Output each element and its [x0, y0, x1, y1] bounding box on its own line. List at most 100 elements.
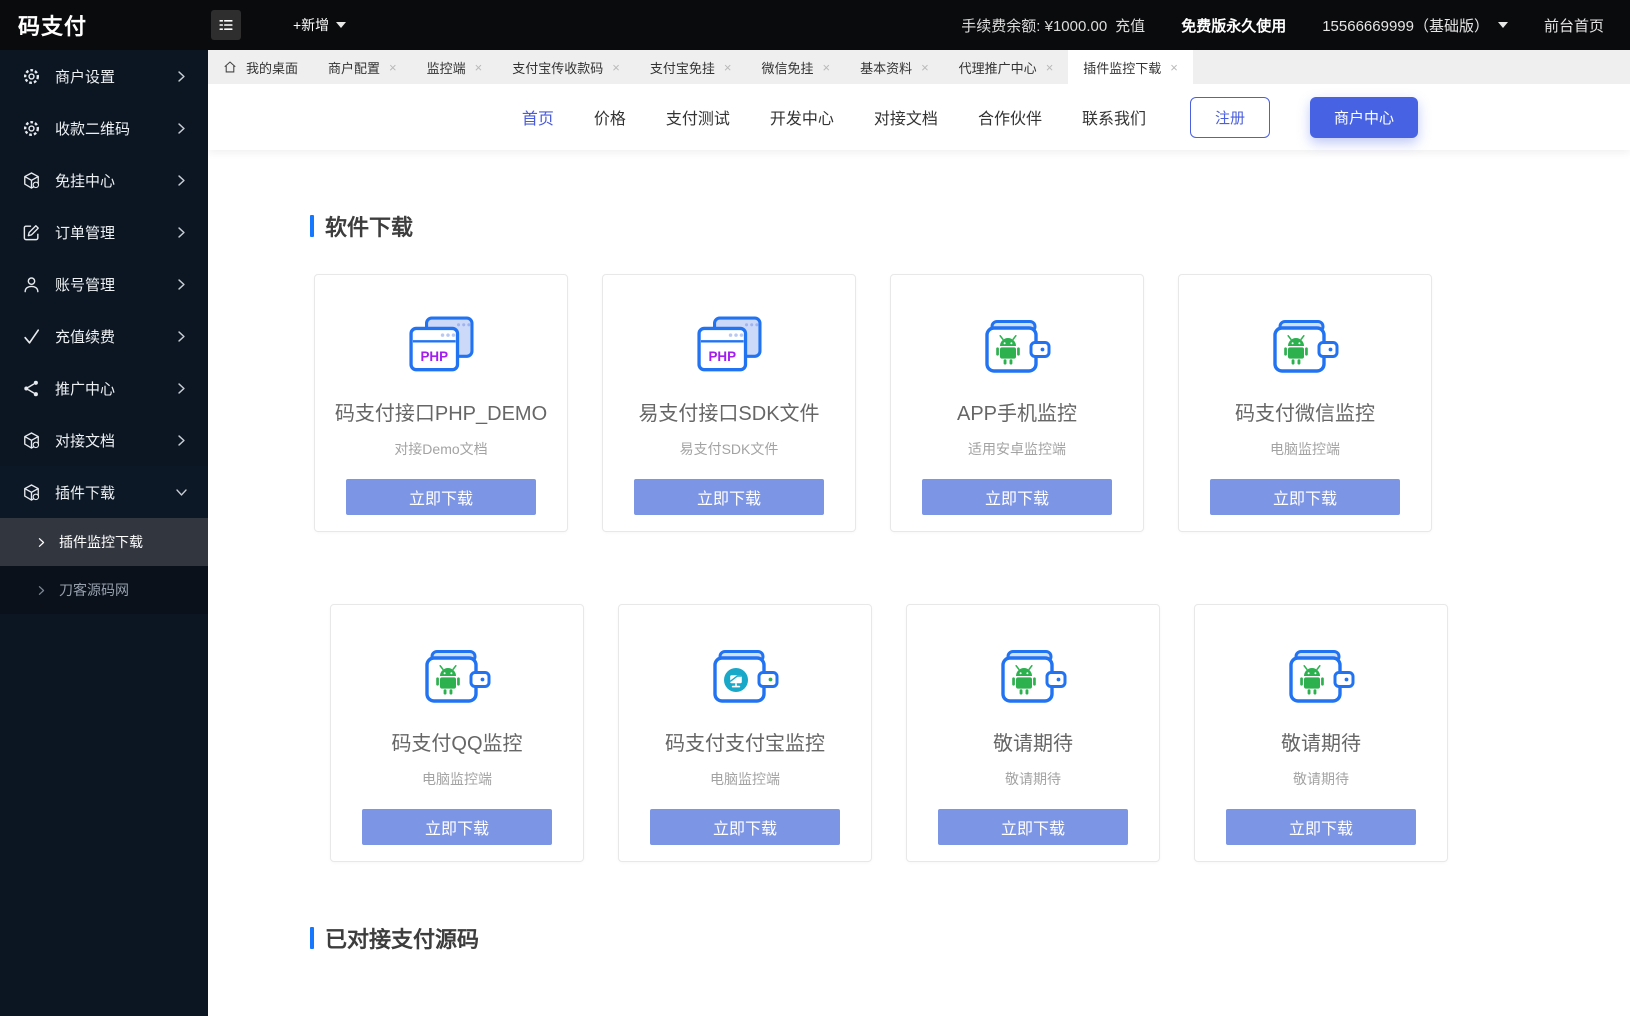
tab-alipay-free-hang[interactable]: 支付宝免挂 ×	[635, 50, 747, 84]
sidebar: 商户设置 收款二维码 免挂中心 订单管理 账号管理 充值续费 推广中心 对接文档	[0, 50, 208, 1016]
wallet-android-icon	[1267, 315, 1343, 379]
tab-merchant-config[interactable]: 商户配置 ×	[313, 50, 412, 84]
collapse-sidebar-button[interactable]	[211, 10, 241, 40]
card-subtitle: 易支付SDK文件	[680, 439, 779, 459]
sidebar-subitem-daoke-source[interactable]: 刀客源码网	[0, 566, 208, 614]
chevron-right-icon	[175, 70, 188, 83]
close-icon[interactable]: ×	[921, 61, 929, 74]
nav-link-dev-center[interactable]: 开发中心	[770, 105, 834, 129]
user-icon	[22, 275, 41, 294]
download-card: 码支付接口PHP_DEMO 对接Demo文档 立即下载	[314, 274, 568, 532]
nav-link-api-docs[interactable]: 对接文档	[874, 105, 938, 129]
sidebar-subitem-label: 插件监控下载	[59, 532, 143, 552]
merchant-center-button[interactable]: 商户中心	[1310, 97, 1418, 138]
close-icon[interactable]: ×	[822, 61, 830, 74]
close-icon[interactable]: ×	[475, 61, 483, 74]
tab-alipay-qrcode[interactable]: 支付宝传收款码 ×	[497, 50, 635, 84]
sidebar-item-merchant-settings[interactable]: 商户设置	[0, 50, 208, 102]
wallet-android-icon	[1283, 645, 1359, 709]
download-button[interactable]: 立即下载	[1210, 479, 1400, 515]
sidebar-item-account-management[interactable]: 账号管理	[0, 258, 208, 310]
free-version-badge: 免费版永久使用	[1181, 15, 1286, 36]
add-new-dropdown[interactable]: +新增	[293, 15, 346, 35]
chevron-right-icon	[175, 278, 188, 291]
close-icon[interactable]: ×	[1046, 61, 1054, 74]
nav-link-partners[interactable]: 合作伙伴	[978, 105, 1042, 129]
app-logo: 码支付	[0, 9, 208, 41]
card-title: 敬请期待	[1281, 727, 1361, 756]
list-icon	[216, 15, 236, 35]
card-title: 码支付QQ监控	[391, 727, 522, 756]
sidebar-item-label: 对接文档	[55, 430, 115, 451]
card-subtitle: 电脑监控端	[710, 769, 780, 789]
wallet-android-icon	[979, 315, 1055, 379]
sidebar-item-promotion-center[interactable]: 推广中心	[0, 362, 208, 414]
card-subtitle: 敬请期待	[1293, 769, 1349, 789]
tab-wechat-free-hang[interactable]: 微信免挂 ×	[746, 50, 845, 84]
sidebar-item-label: 充值续费	[55, 326, 115, 347]
download-button[interactable]: 立即下载	[1226, 809, 1416, 845]
card-title: 码支付接口PHP_DEMO	[335, 397, 547, 426]
download-button[interactable]: 立即下载	[362, 809, 552, 845]
sidebar-item-label: 推广中心	[55, 378, 115, 399]
sidebar-item-label: 插件下载	[55, 482, 115, 503]
caret-down-icon	[1498, 22, 1508, 28]
chevron-right-icon	[175, 226, 188, 239]
front-home-link[interactable]: 前台首页	[1544, 15, 1604, 36]
chevron-right-icon	[175, 382, 188, 395]
card-subtitle: 电脑监控端	[422, 769, 492, 789]
section-software-download: 软件下载	[310, 210, 1630, 242]
sidebar-submenu: 插件监控下载 刀客源码网	[0, 518, 208, 614]
tab-my-desktop[interactable]: 我的桌面	[208, 50, 313, 84]
download-card: 码支付QQ监控 电脑监控端 立即下载	[330, 604, 584, 862]
sidebar-item-recharge-renewal[interactable]: 充值续费	[0, 310, 208, 362]
nav-link-pricing[interactable]: 价格	[594, 105, 626, 129]
close-icon[interactable]: ×	[612, 61, 620, 74]
wallet-monitor-icon	[707, 645, 783, 709]
tab-label: 支付宝传收款码	[512, 58, 603, 77]
tab-basic-info[interactable]: 基本资料 ×	[845, 50, 944, 84]
check-icon	[22, 327, 41, 346]
nav-link-payment-test[interactable]: 支付测试	[666, 105, 730, 129]
download-button[interactable]: 立即下载	[346, 479, 536, 515]
download-button[interactable]: 立即下载	[634, 479, 824, 515]
register-button[interactable]: 注册	[1190, 97, 1270, 138]
close-icon[interactable]: ×	[724, 61, 732, 74]
caret-down-icon	[336, 22, 346, 28]
fee-balance: 手续费余额: ¥1000.00 充值	[961, 15, 1145, 36]
tab-label: 商户配置	[328, 58, 380, 77]
sidebar-item-order-management[interactable]: 订单管理	[0, 206, 208, 258]
sidebar-item-api-docs[interactable]: 对接文档	[0, 414, 208, 466]
nav-link-home[interactable]: 首页	[522, 105, 554, 129]
sidebar-item-plugin-download[interactable]: 插件下载	[0, 466, 208, 518]
close-icon[interactable]: ×	[389, 61, 397, 74]
recharge-link[interactable]: 充值	[1115, 15, 1145, 36]
close-icon[interactable]: ×	[1170, 61, 1178, 74]
download-button[interactable]: 立即下载	[650, 809, 840, 845]
download-button[interactable]: 立即下载	[922, 479, 1112, 515]
sidebar-subitem-label: 刀客源码网	[59, 580, 129, 600]
fee-balance-label: 手续费余额: ¥1000.00	[961, 15, 1107, 36]
download-card: 码支付微信监控 电脑监控端 立即下载	[1178, 274, 1432, 532]
card-title: 敬请期待	[993, 727, 1073, 756]
chevron-right-icon	[36, 585, 47, 596]
sidebar-item-free-hang-center[interactable]: 免挂中心	[0, 154, 208, 206]
php-windows-icon	[691, 315, 767, 379]
sidebar-subitem-plugin-monitor-download[interactable]: 插件监控下载	[0, 518, 208, 566]
tab-label: 基本资料	[860, 58, 912, 77]
tab-monitor-client[interactable]: 监控端 ×	[412, 50, 498, 84]
sidebar-item-qrcode[interactable]: 收款二维码	[0, 102, 208, 154]
chevron-down-icon	[175, 486, 188, 499]
tab-label: 插件监控下载	[1083, 58, 1161, 77]
download-card: 易支付接口SDK文件 易支付SDK文件 立即下载	[602, 274, 856, 532]
account-dropdown[interactable]: 15566669999（基础版）	[1322, 15, 1508, 36]
download-button[interactable]: 立即下载	[938, 809, 1128, 845]
tab-plugin-monitor-download[interactable]: 插件监控下载 ×	[1068, 50, 1193, 84]
nav-link-contact-us[interactable]: 联系我们	[1082, 105, 1146, 129]
tab-label: 支付宝免挂	[650, 58, 715, 77]
gear-icon	[22, 67, 41, 86]
tab-agent-promotion-center[interactable]: 代理推广中心 ×	[944, 50, 1069, 84]
site-nav: 首页 价格 支付测试 开发中心 对接文档 合作伙伴 联系我们 注册 商户中心	[208, 84, 1630, 150]
download-card: 码支付支付宝监控 电脑监控端 立即下载	[618, 604, 872, 862]
cube-icon	[22, 483, 41, 502]
